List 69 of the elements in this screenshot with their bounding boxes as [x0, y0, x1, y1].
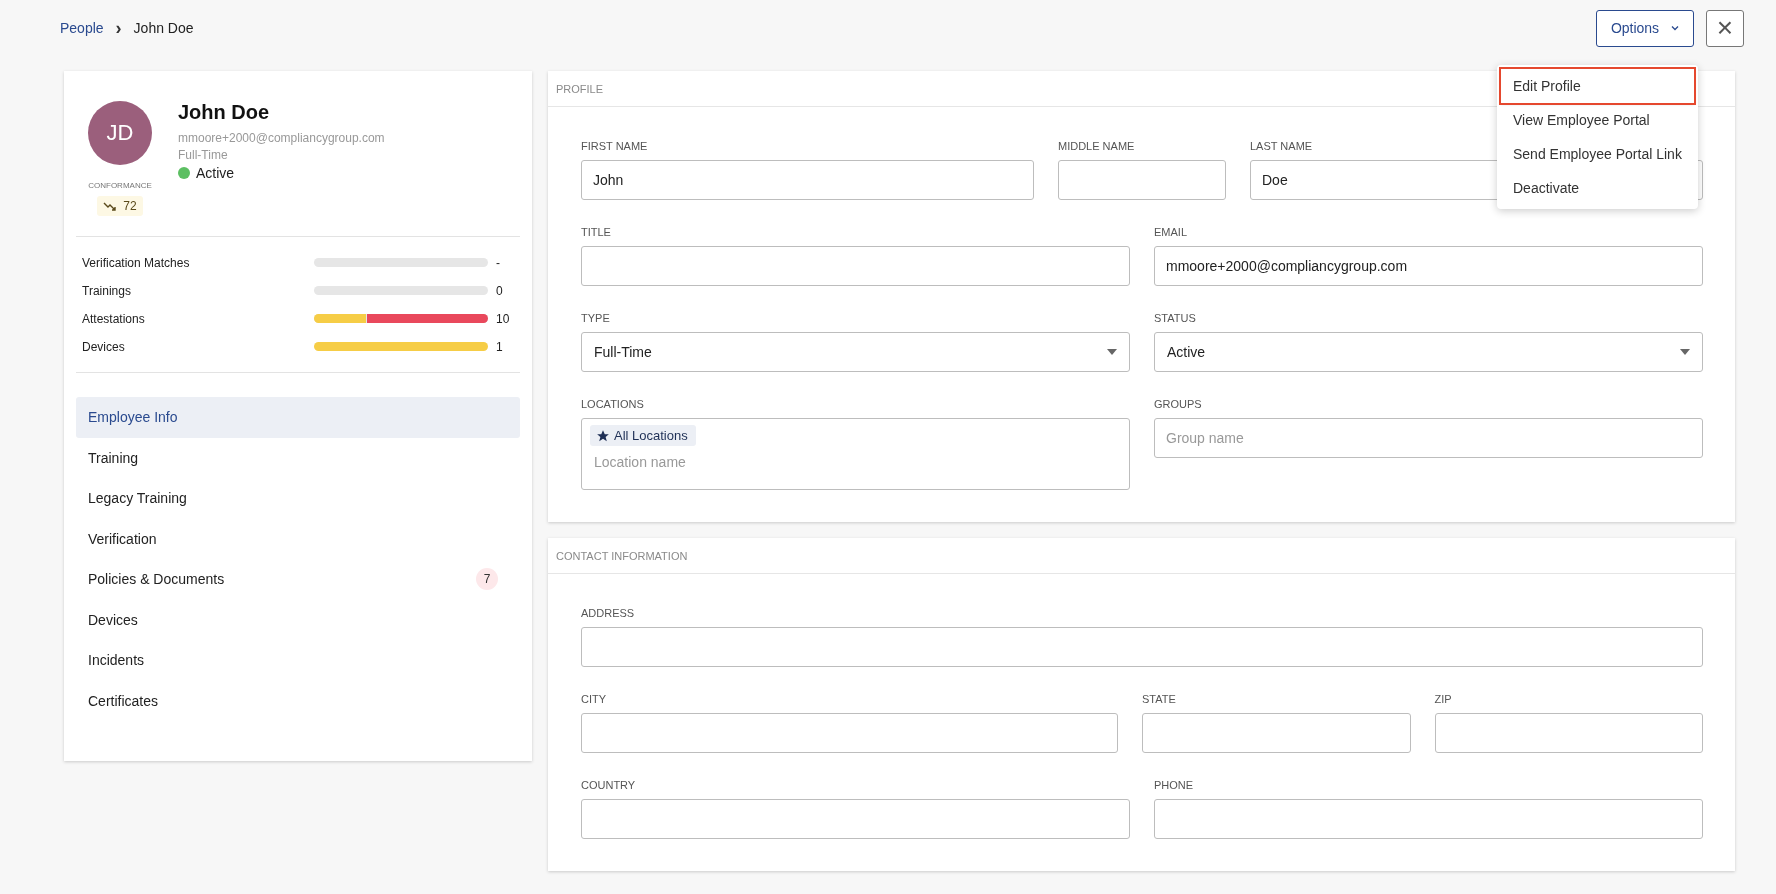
text-field[interactable]	[1142, 713, 1411, 753]
close-button[interactable]: ×	[1706, 9, 1744, 47]
stat-value: 1	[496, 339, 503, 354]
field-label: ZIP	[1434, 693, 1452, 705]
text-field[interactable]	[581, 627, 1703, 667]
section-title: PROFILE	[556, 82, 604, 95]
field-label: CITY	[581, 693, 607, 705]
text-field[interactable]	[581, 246, 1130, 286]
stat-label: Verification Matches	[82, 255, 191, 270]
text-field[interactable]: mmoore+2000@compliancygroup.com	[1154, 246, 1703, 286]
field-label: MIDDLE NAME	[1058, 140, 1135, 152]
text-field[interactable]	[1154, 799, 1703, 839]
field-label: COUNTRY	[581, 779, 636, 791]
conformance-score: 72	[97, 196, 143, 216]
stat-value: 0	[496, 283, 503, 298]
caret-icon	[1671, 25, 1680, 31]
field-label: GROUPS	[1154, 398, 1202, 410]
avatar: JD	[88, 101, 152, 165]
dropdown-field[interactable]: Full-Time	[581, 332, 1130, 372]
person-name: John Doe	[178, 101, 271, 124]
text-field[interactable]	[1058, 160, 1226, 200]
field-label: PHONE	[1154, 779, 1194, 791]
nav-item[interactable]: Policies & Documents 7	[76, 559, 520, 600]
star-icon	[596, 428, 610, 443]
options-button[interactable]: Options	[1596, 9, 1694, 47]
nav-item[interactable]: Certificates	[76, 680, 520, 721]
breadcrumb-current: John Doe	[133, 20, 194, 36]
field-label: LOCATIONS	[581, 398, 644, 410]
breadcrumb-separator: ›	[115, 17, 122, 39]
count-badge: 7	[476, 568, 498, 591]
stat-label: Trainings	[82, 283, 132, 298]
text-field[interactable]	[581, 799, 1130, 839]
field-label: STATUS	[1154, 312, 1196, 324]
section-title: CONTACT INFORMATION	[556, 549, 688, 562]
field-label: FIRST NAME	[581, 140, 648, 152]
text-field[interactable]: Group name	[1154, 418, 1703, 458]
nav-item[interactable]: Verification	[76, 518, 520, 559]
field-label: EMAIL	[1154, 226, 1187, 238]
field-label: TITLE	[581, 226, 611, 238]
dropdown-field[interactable]: Active	[1154, 332, 1703, 372]
nav-item[interactable]: Employee Info	[76, 397, 520, 438]
field-label: STATE	[1142, 693, 1176, 705]
breadcrumb-link[interactable]: People	[60, 20, 104, 36]
text-field[interactable]	[581, 713, 1118, 753]
tag-field[interactable]: All Locations Location name	[581, 418, 1130, 490]
status-text: Active	[196, 165, 235, 181]
stat-value: 10	[496, 311, 510, 326]
dropdown-arrow-icon	[1680, 349, 1690, 355]
menu-item[interactable]: Edit Profile	[1501, 69, 1694, 103]
dropdown-arrow-icon	[1107, 349, 1117, 355]
person-email: mmoore+2000@compliancygroup.com	[178, 131, 385, 145]
nav-item[interactable]: Legacy Training	[76, 478, 520, 519]
conformance-label: CONFORMANCE	[88, 181, 152, 190]
stat-label: Devices	[82, 339, 126, 354]
nav-item[interactable]: Devices	[76, 599, 520, 640]
field-label: TYPE	[581, 312, 610, 324]
text-field[interactable]	[1434, 713, 1703, 753]
nav-item[interactable]: Training	[76, 437, 520, 478]
status-dot	[178, 167, 190, 179]
person-type: Full-Time	[178, 148, 229, 162]
field-label: LAST NAME	[1250, 140, 1313, 152]
menu-item[interactable]: View Employee Portal	[1501, 103, 1694, 137]
nav-item[interactable]: Incidents	[76, 640, 520, 681]
text-field[interactable]: John	[581, 160, 1034, 200]
stat-value: -	[496, 255, 500, 270]
field-label: ADDRESS	[581, 607, 635, 619]
stat-label: Attestations	[82, 311, 146, 326]
location-input[interactable]: Location name	[590, 450, 898, 474]
location-tag: All Locations	[590, 425, 696, 446]
